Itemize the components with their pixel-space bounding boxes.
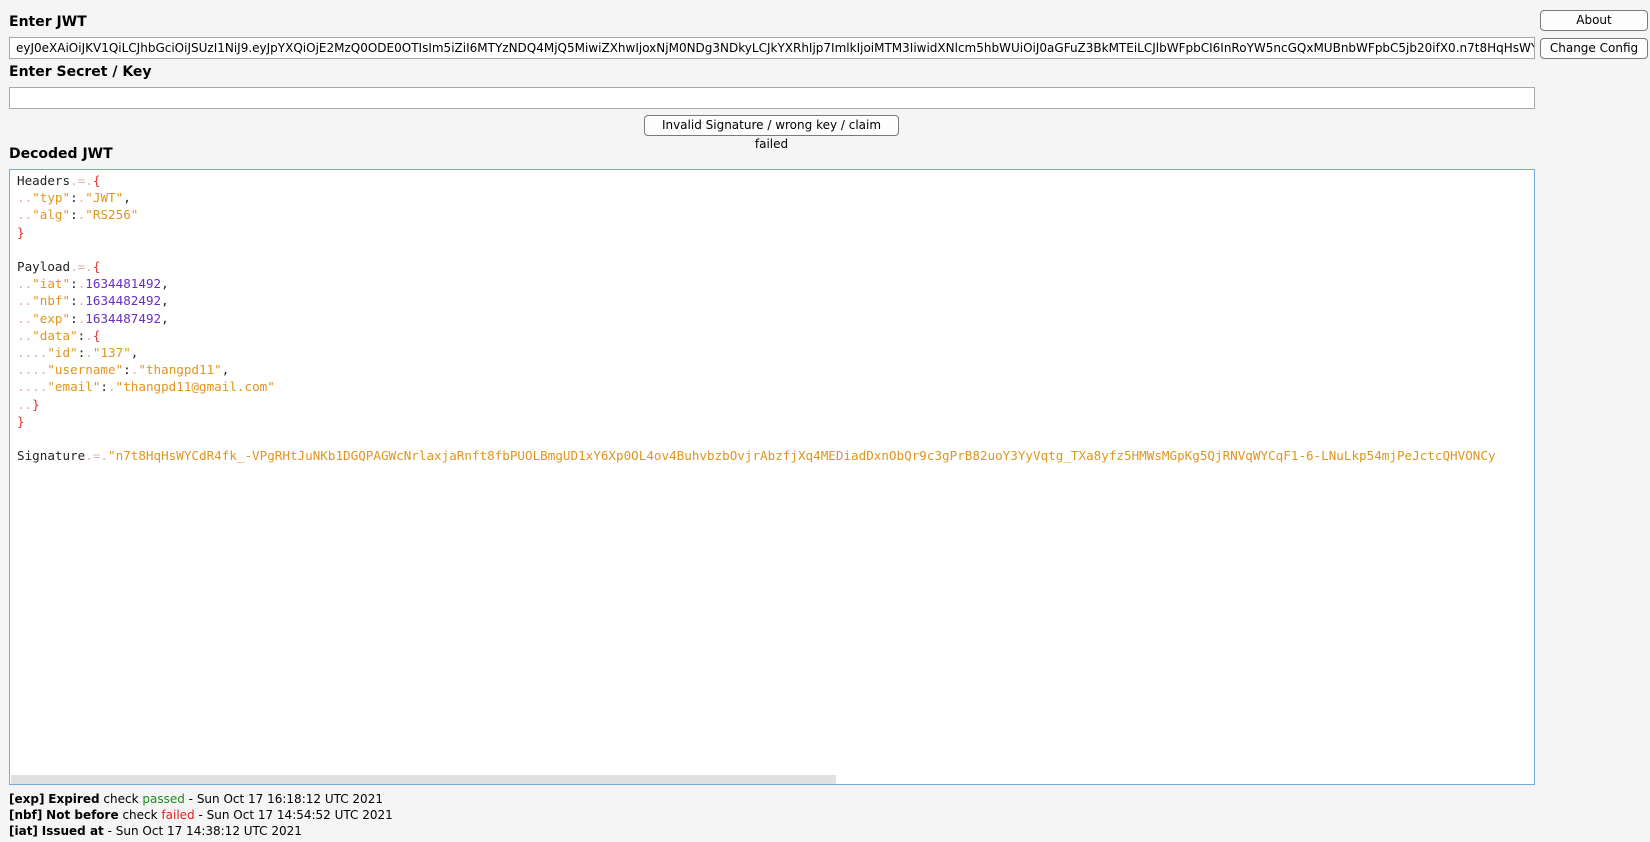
nbf-result: failed: [161, 808, 195, 822]
typ-key: "typ": [32, 190, 71, 206]
decoded-jwt-label: Decoded JWT: [9, 146, 113, 162]
exp-check-word: check: [103, 792, 139, 806]
exp-tag: [exp]: [9, 792, 45, 806]
username-value: "thangpd11": [138, 362, 222, 378]
iat-date: - Sun Oct 17 14:38:12 UTC 2021: [107, 824, 302, 838]
username-key: "username": [47, 362, 124, 378]
exp-key: "exp": [32, 310, 71, 326]
enter-jwt-label: Enter JWT: [9, 14, 87, 30]
enter-secret-label: Enter Secret / Key: [9, 64, 152, 80]
decoded-code: Headers.=.{ .."typ":."JWT", .."alg":."RS…: [17, 173, 1496, 464]
secret-input[interactable]: [9, 87, 1535, 109]
exp-result: passed: [142, 792, 185, 806]
email-value: "thangpd11@gmail.com": [115, 379, 275, 395]
iat-name: Issued at: [41, 824, 104, 838]
iat-check-line: [iat] Issued at - Sun Oct 17 14:38:12 UT…: [9, 824, 302, 838]
alg-value: "RS256": [85, 207, 139, 223]
payload-label: Payload: [17, 259, 71, 275]
jwt-input[interactable]: eyJ0eXAiOiJKV1QiLCJhbGciOiJSUzI1NiJ9.eyJ…: [9, 37, 1535, 59]
exp-name: Expired: [48, 792, 100, 806]
about-button[interactable]: About: [1540, 10, 1648, 31]
id-key: "id": [47, 345, 78, 361]
nbf-value: 1634482492: [85, 293, 162, 309]
nbf-key: "nbf": [32, 293, 71, 309]
data-key: "data": [32, 327, 78, 343]
horizontal-scrollbar[interactable]: [11, 775, 836, 784]
signature-status-button[interactable]: Invalid Signature / wrong key / claim fa…: [644, 115, 899, 151]
exp-value: 1634487492: [85, 310, 162, 326]
nbf-check-line: [nbf] Not before check failed - Sun Oct …: [9, 808, 393, 822]
iat-tag: [iat]: [9, 824, 38, 838]
headers-label: Headers: [17, 173, 71, 188]
signature-label: Signature: [17, 448, 86, 464]
id-value: "137": [92, 345, 131, 361]
exp-date: - Sun Oct 17 16:18:12 UTC 2021: [188, 792, 383, 806]
iat-key: "iat": [32, 276, 71, 292]
nbf-date: - Sun Oct 17 14:54:52 UTC 2021: [198, 808, 393, 822]
signature-value: "n7t8HqHsWYCdR4fk_-VPgRHtJuNKb1DGQPAGWcN…: [108, 448, 1496, 464]
email-key: "email": [47, 379, 101, 395]
nbf-name: Not before: [46, 808, 119, 822]
iat-value: 1634481492: [85, 276, 162, 292]
nbf-check-word: check: [122, 808, 158, 822]
nbf-tag: [nbf]: [9, 808, 43, 822]
alg-key: "alg": [32, 207, 71, 223]
decoded-jwt-editor[interactable]: Headers.=.{ .."typ":."JWT", .."alg":."RS…: [9, 169, 1535, 785]
exp-check-line: [exp] Expired check passed - Sun Oct 17 …: [9, 792, 383, 806]
change-config-button[interactable]: Change Config: [1540, 38, 1648, 59]
typ-value: "JWT": [85, 190, 124, 206]
